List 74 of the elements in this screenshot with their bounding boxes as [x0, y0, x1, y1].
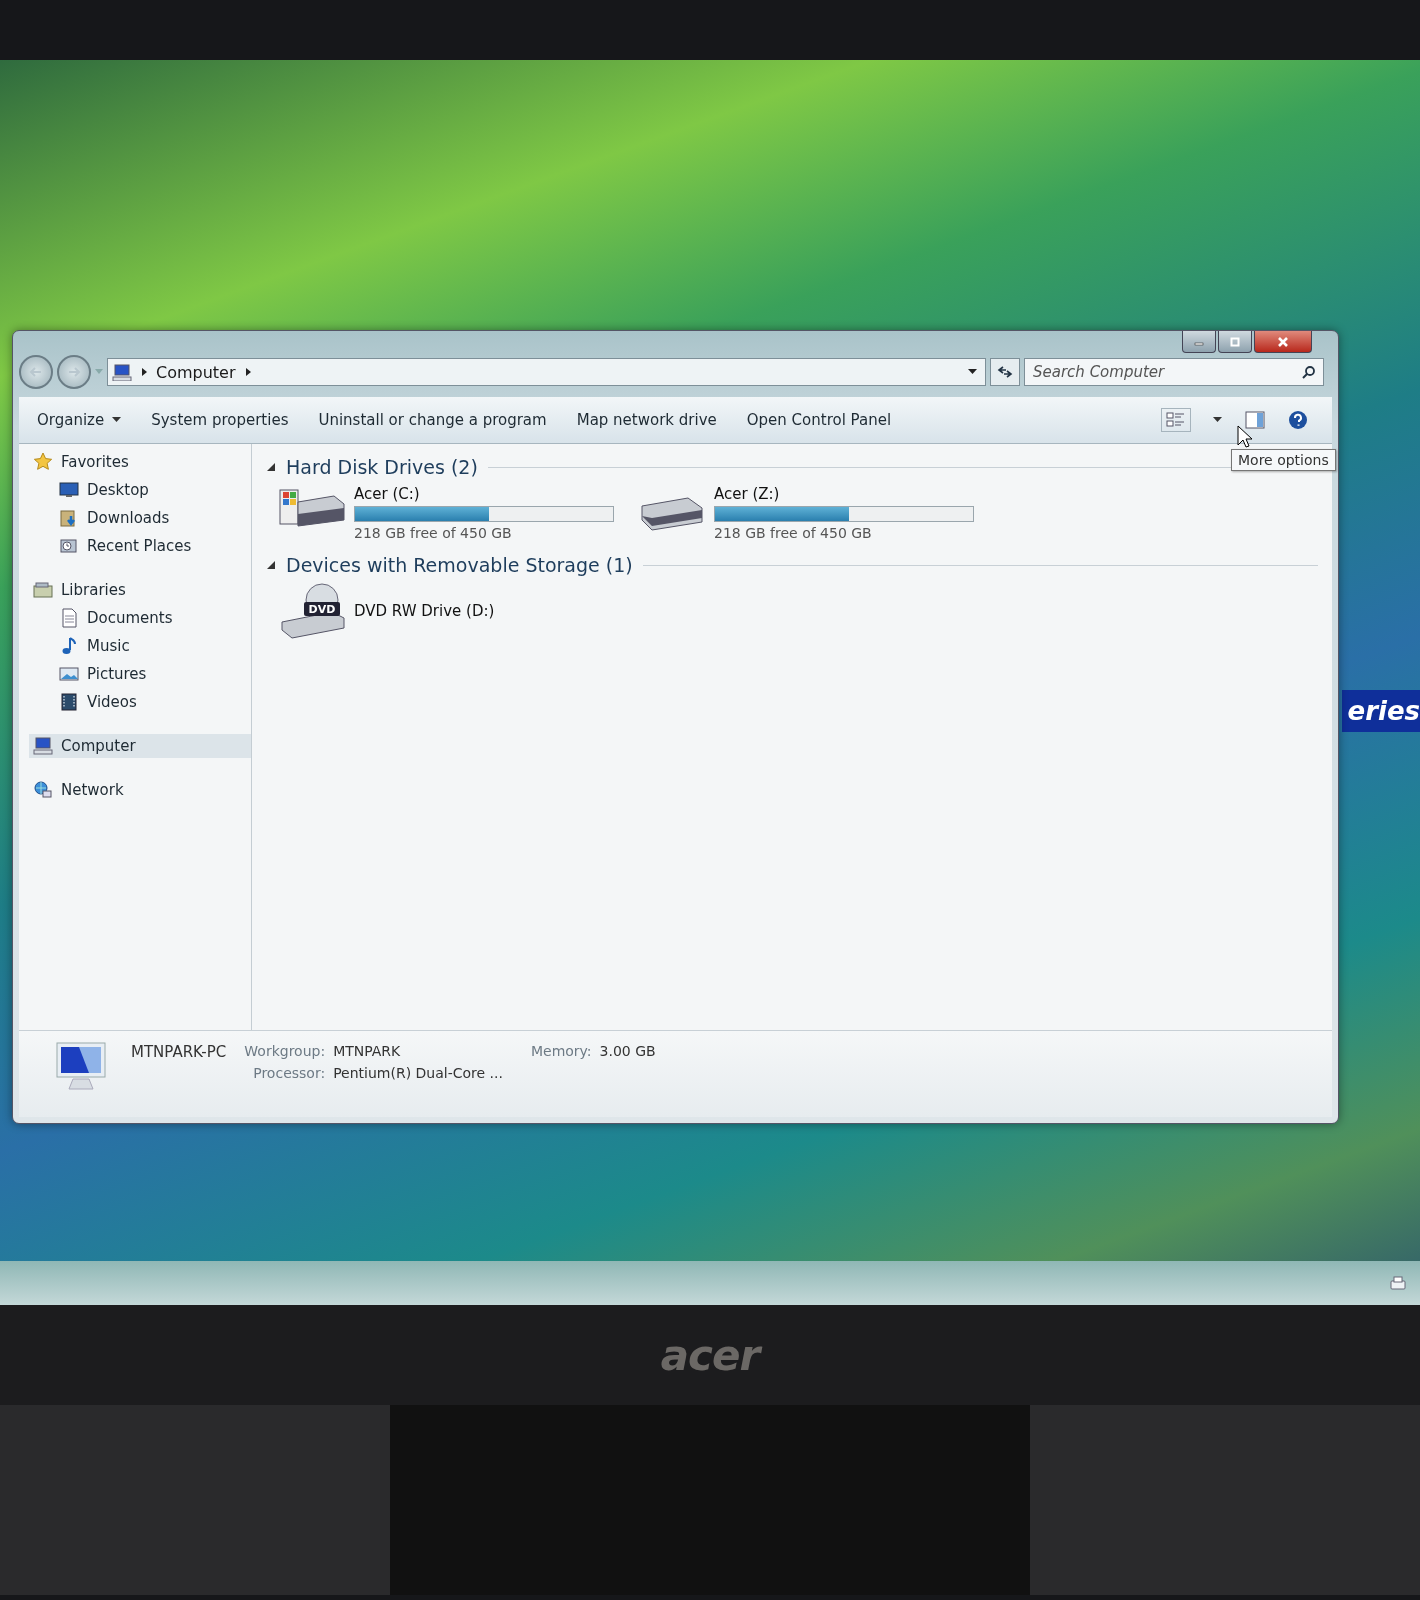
search-icon [1302, 365, 1316, 379]
field-label: Memory: [530, 1043, 592, 1059]
help-icon[interactable] [1288, 410, 1308, 430]
maximize-icon [1230, 336, 1240, 347]
forward-button[interactable] [57, 355, 91, 389]
field-value: Pentium(R) Dual-Core ... [333, 1065, 503, 1081]
search-field[interactable]: Search Computer [1024, 358, 1324, 386]
section-header[interactable]: Hard Disk Drives (2) [286, 456, 478, 478]
chevron-icon[interactable] [243, 367, 252, 377]
caret-icon[interactable] [112, 417, 122, 423]
maximize-button[interactable] [1218, 331, 1252, 353]
nav-item[interactable]: Favorites [29, 450, 251, 474]
close-icon [1277, 335, 1289, 348]
film-icon [59, 692, 79, 712]
picture-icon [59, 664, 79, 684]
preview-pane-icon[interactable] [1244, 411, 1266, 429]
nav-item[interactable]: Documents [29, 606, 251, 630]
toolbar-button[interactable]: Uninstall or change a program [314, 409, 551, 431]
computer-icon [33, 736, 53, 756]
nav-item[interactable]: Desktop [29, 478, 251, 502]
dvd-drive-icon [281, 583, 345, 639]
document-icon [59, 608, 79, 628]
view-options-button[interactable] [1161, 408, 1191, 432]
list-view-icon [1166, 411, 1186, 429]
breadcrumb-item[interactable]: Computer [156, 362, 236, 382]
back-button[interactable] [19, 355, 53, 389]
collapse-triangle-icon[interactable] [266, 560, 276, 570]
nav-item[interactable]: Downloads [29, 506, 251, 530]
field-label: Workgroup: [244, 1043, 326, 1059]
field-value: MTNPARK [333, 1043, 402, 1059]
free-space-text: 218 GB free of 450 GB [714, 525, 873, 541]
collapse-triangle-icon[interactable] [266, 462, 276, 472]
monitor-icon [59, 480, 79, 500]
refresh-button[interactable] [990, 358, 1020, 386]
chevron-icon[interactable] [140, 367, 148, 377]
drive-name[interactable]: DVD RW Drive (D:) [354, 602, 495, 620]
nav-item[interactable]: Recent Places [29, 534, 251, 558]
tray-icon[interactable] [1390, 1276, 1406, 1290]
icon-label: DVD [308, 603, 336, 616]
hard-drive-icon [279, 489, 345, 527]
nav-item[interactable]: Videos [29, 690, 251, 714]
nav-item[interactable]: Computer [29, 734, 251, 758]
close-button[interactable] [1254, 331, 1312, 353]
caret-icon[interactable] [968, 369, 977, 375]
refresh-arrows-icon [997, 364, 1013, 380]
toolbar-button[interactable]: Map network drive [572, 409, 721, 431]
drive-name[interactable]: Acer (Z:) [714, 485, 974, 503]
toolbar-button[interactable]: Open Control Panel [742, 409, 896, 431]
hard-drive-icon [641, 497, 703, 531]
nav-item[interactable]: Libraries [29, 578, 251, 602]
field-label: Processor: [252, 1065, 326, 1081]
toolbar-button[interactable]: System properties [147, 409, 293, 431]
star-icon [33, 452, 53, 472]
back-arrow-icon [29, 365, 43, 379]
section-header[interactable]: Devices with Removable Storage (1) [286, 554, 633, 576]
forward-arrow-icon [67, 365, 81, 379]
free-space-text: 218 GB free of 450 GB [354, 525, 513, 541]
drive-name[interactable]: Acer (C:) [354, 485, 614, 503]
tooltip: More options [1231, 449, 1336, 471]
computer-icon [112, 363, 132, 381]
toolbar-button[interactable]: Organize [33, 409, 126, 431]
address-bar[interactable]: Computer [107, 358, 986, 386]
minimize-button[interactable] [1182, 331, 1216, 353]
library-icon [33, 580, 53, 600]
nav-item[interactable]: Network [29, 778, 251, 802]
network-icon [33, 780, 53, 800]
nav-item[interactable]: Music [29, 634, 251, 658]
field-value: 3.00 GB [599, 1043, 656, 1059]
monitor-logo: acer [660, 1330, 760, 1380]
desktop-text: eries [1341, 690, 1420, 732]
nav-item[interactable]: Pictures [29, 662, 251, 686]
computer-name: MTNPARK-PC [131, 1043, 227, 1061]
caret-icon[interactable] [1213, 417, 1222, 423]
folder-clock-icon [59, 536, 79, 556]
